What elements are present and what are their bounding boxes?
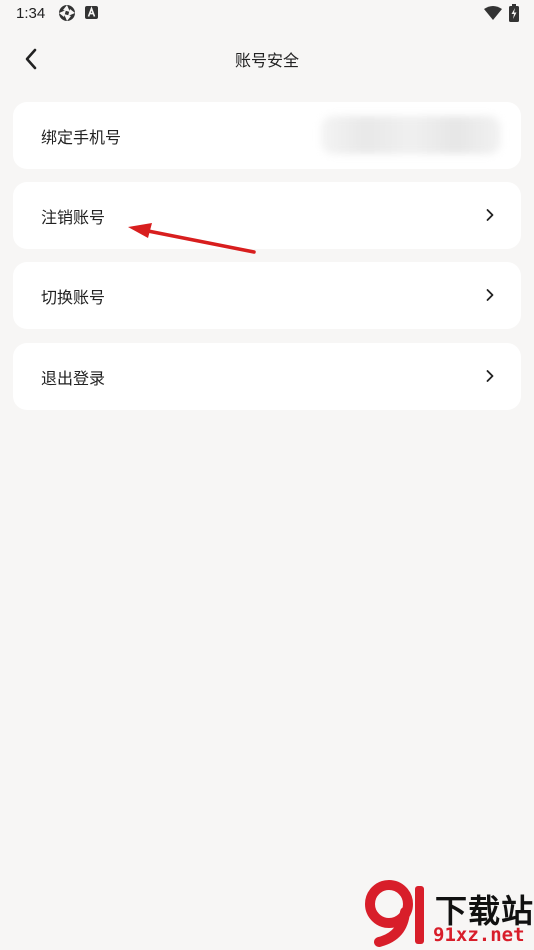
logout-item[interactable]: 退出登录 [13,343,521,410]
wifi-icon [484,6,502,20]
switch-account-item[interactable]: 切换账号 [13,262,521,329]
a-badge-icon [85,6,98,19]
chevron-right-icon [486,289,494,301]
logout-label: 退出登录 [41,369,106,388]
cancel-account-item[interactable]: 注销账号 [13,182,521,249]
chevron-right-icon [486,209,494,221]
91-logo-icon [365,880,424,947]
switch-account-label: 切换账号 [41,288,106,307]
watermark: 下载站 91xz.net [365,880,533,948]
chevron-right-icon [486,370,494,382]
camera-shutter-icon [59,5,75,21]
cancel-account-label: 注销账号 [41,208,106,227]
page-title: 账号安全 [234,51,299,70]
bind-phone-label: 绑定手机号 [41,128,122,147]
blurred-phone-number [321,116,501,154]
battery-charging-icon [509,4,519,22]
watermark-domain: 91xz.net [433,924,525,946]
bind-phone-item[interactable]: 绑定手机号 [13,102,521,169]
status-time: 1:34 [16,5,46,22]
status-bar: 1:34 [0,0,534,28]
header: 账号安全 [0,36,534,80]
red-arrow-annotation [128,223,256,254]
